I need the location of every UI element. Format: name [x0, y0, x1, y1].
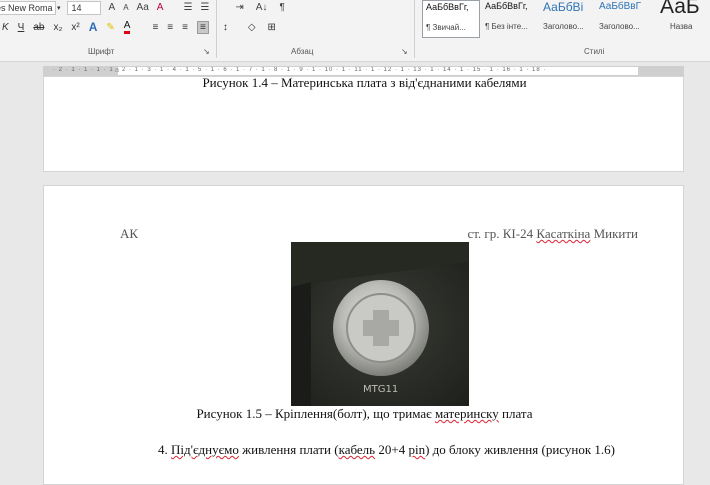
indent-marker-icon[interactable]: ⌂: [115, 67, 119, 74]
line-spacing-icon[interactable]: ↕: [223, 22, 228, 33]
ribbon: es New Roma ▾ 14 A A Aa A ☰ ☰ ⇥ A↓ ¶ K Ч…: [0, 0, 710, 62]
indent-button[interactable]: ⇥: [235, 2, 243, 13]
superscript-button[interactable]: x²: [71, 22, 79, 33]
clear-formatting-button[interactable]: A: [157, 2, 164, 13]
justify-button[interactable]: ≡: [196, 20, 209, 34]
align-center-button[interactable]: ≡: [167, 22, 173, 33]
sort-button[interactable]: A↓: [256, 2, 268, 13]
ribbon-row-1: es New Roma ▾ 14 A A Aa A ☰ ☰ ⇥ A↓ ¶: [0, 0, 285, 15]
bullets-button[interactable]: ☰: [183, 2, 192, 13]
bolt-photo[interactable]: MTG11: [291, 242, 469, 406]
text-effects-button[interactable]: A: [89, 20, 98, 34]
ribbon-row-2: K Ч ab x₂ x² A ✎ A ≡ ≡ ≡ ≡ ↕ ◇ ⊞: [0, 18, 276, 36]
paragraph-dialog-launcher-icon[interactable]: ↘: [401, 47, 408, 56]
style-title[interactable]: АаБ Назва: [660, 0, 710, 38]
photo-marking: MTG11: [363, 384, 398, 395]
group-label-styles: Стилі: [584, 47, 605, 56]
document-page[interactable]: Рисунок 1.4 – Материнська плата з від'єд…: [43, 75, 684, 172]
header-right: ст. гр. КІ-24 Касаткіна Микити: [467, 226, 638, 241]
numbering-button[interactable]: ☰: [200, 2, 209, 13]
font-size-box[interactable]: 14: [66, 0, 101, 15]
highlight-icon[interactable]: ✎: [106, 22, 114, 33]
show-marks-button[interactable]: ¶: [279, 2, 284, 13]
font-color-button[interactable]: A: [123, 20, 131, 34]
style-heading-2[interactable]: АаБбВвГ Заголово...: [598, 0, 654, 38]
change-case-button[interactable]: Aa: [137, 2, 149, 13]
align-left-button[interactable]: ≡: [152, 22, 158, 33]
shading-icon[interactable]: ◇: [248, 22, 256, 33]
styles-gallery: АаБбВвГг, ¶ Звичай... АаБбВвГг, ¶ Без ін…: [420, 0, 710, 40]
bolt-photo-drawing: MTG11: [291, 242, 469, 406]
strikethrough-button[interactable]: ab: [33, 22, 44, 33]
header-left: АК: [120, 226, 139, 241]
ruler-right-margin: [638, 67, 684, 75]
style-heading-1[interactable]: АаБбВі Заголово...: [542, 0, 596, 38]
document-page[interactable]: АК ст. гр. КІ-24 Касаткіна Микити MTG11 …: [43, 185, 684, 485]
style-no-spacing[interactable]: АаБбВвГг, ¶ Без інте...: [482, 0, 540, 38]
align-right-button[interactable]: ≡: [182, 22, 188, 33]
underline-button[interactable]: Ч: [18, 22, 25, 33]
italic-button[interactable]: K: [2, 22, 9, 33]
font-dialog-launcher-icon[interactable]: ↘: [203, 47, 210, 56]
group-label-font: Шрифт: [88, 47, 115, 56]
ruler-scale: · 2 · 1 · 1 · 1 · 1 · 2 · 1 · 3 · 1 · 4 …: [53, 67, 547, 73]
grow-font-button[interactable]: A: [109, 2, 116, 13]
ribbon-group-labels: Шрифт ↘ Абзац ↘ Стилі: [0, 47, 710, 59]
body-paragraph: 4. Під'єднуємо живлення плати (кабель 20…: [158, 442, 615, 457]
shrink-font-button[interactable]: A: [123, 3, 128, 12]
figure-caption: Рисунок 1.5 – Кріплення(болт), що тримає…: [196, 406, 533, 421]
borders-icon[interactable]: ⊞: [268, 22, 276, 33]
font-name-dropdown-icon[interactable]: ▾: [57, 4, 61, 12]
style-normal[interactable]: АаБбВвГг, ¶ Звичай...: [422, 0, 480, 38]
group-label-paragraph: Абзац: [291, 47, 314, 56]
font-name-box[interactable]: es New Roma: [0, 0, 56, 15]
subscript-button[interactable]: x₂: [53, 22, 62, 33]
figure-caption: Рисунок 1.4 – Материнська плата з від'єд…: [202, 75, 527, 90]
